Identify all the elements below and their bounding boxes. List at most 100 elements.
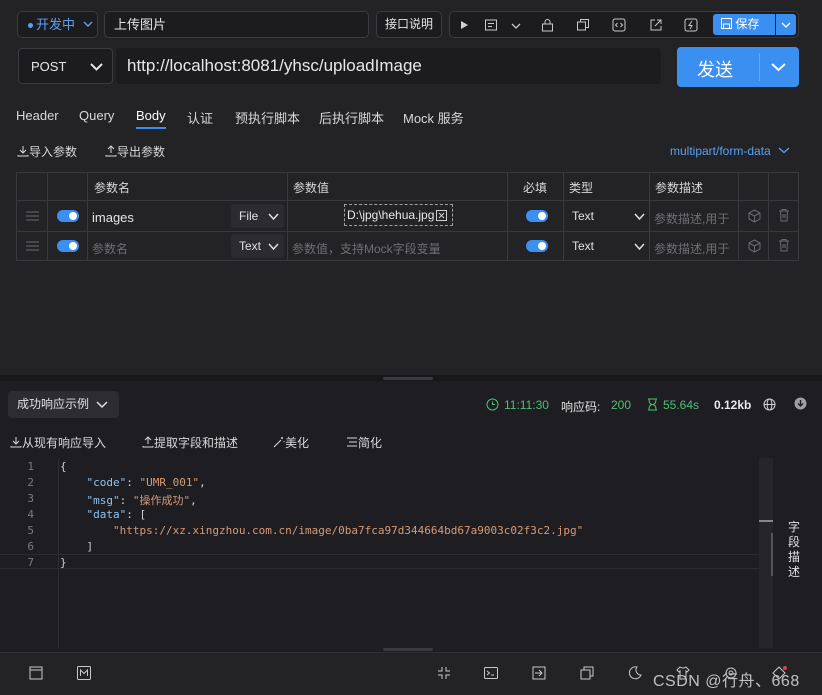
magic-wand-icon bbox=[273, 437, 285, 448]
cube-icon[interactable] bbox=[748, 209, 761, 223]
close-icon[interactable] bbox=[436, 210, 447, 221]
code-line: "code": "UMR_001", bbox=[86, 476, 206, 489]
enable-toggle[interactable] bbox=[57, 240, 79, 252]
document-icon[interactable] bbox=[484, 18, 498, 32]
param-kind-select[interactable]: File bbox=[231, 204, 284, 228]
content-type-select[interactable]: multipart/form-data bbox=[670, 144, 790, 158]
split-divider-bottom[interactable] bbox=[383, 648, 433, 651]
method-select[interactable]: POST bbox=[18, 48, 113, 84]
chevron-down-icon bbox=[83, 21, 93, 27]
param-desc-placeholder[interactable]: 参数描述,用于 bbox=[654, 240, 729, 257]
param-kind-select[interactable]: Text bbox=[231, 234, 284, 258]
param-name[interactable]: images bbox=[92, 210, 134, 225]
file-chip[interactable]: D:\jpg\hehua.jpg bbox=[344, 204, 453, 226]
required-toggle[interactable] bbox=[526, 240, 548, 252]
markdown-icon[interactable] bbox=[76, 665, 92, 681]
simplify-label: 简化 bbox=[358, 436, 383, 450]
import-params-button[interactable]: 导入参数 bbox=[17, 143, 77, 160]
response-code-editor[interactable]: 1{2 "code": "UMR_001", 3 "msg": "操作成功", 4 … bbox=[0, 458, 760, 648]
param-type-value[interactable]: Text bbox=[572, 209, 594, 223]
drag-handle-icon[interactable] bbox=[26, 211, 39, 221]
code-line: ] bbox=[60, 540, 94, 553]
panel-icon[interactable] bbox=[28, 665, 44, 681]
content-type-value: multipart/form-data bbox=[670, 144, 771, 158]
table-row: 参数名 Text 参数值，支持Mock字段变量 Text 参数描述,用于 bbox=[17, 232, 798, 261]
param-name-placeholder[interactable]: 参数名 bbox=[92, 240, 128, 257]
beautify-button[interactable]: 美化 bbox=[273, 434, 309, 451]
required-toggle[interactable] bbox=[526, 210, 548, 222]
params-table: 参数名 参数值 必填 类型 参数描述 images File D:\jpg\he… bbox=[16, 172, 799, 261]
code-icon[interactable] bbox=[612, 18, 626, 32]
import-response-button[interactable]: 从现有响应导入 bbox=[10, 434, 106, 451]
trash-icon[interactable] bbox=[778, 208, 790, 222]
import-params-label: 导入参数 bbox=[29, 145, 78, 159]
chevron-down-icon[interactable] bbox=[511, 21, 521, 31]
save-button[interactable]: 保存 bbox=[713, 14, 775, 35]
upload-icon bbox=[142, 436, 154, 448]
response-code-label: 响应码: bbox=[561, 400, 601, 414]
tab-5[interactable]: 后执行脚本 bbox=[319, 108, 384, 127]
lock-icon[interactable] bbox=[541, 18, 554, 32]
code-line: { bbox=[60, 460, 67, 473]
export-params-button[interactable]: 导出参数 bbox=[105, 143, 165, 160]
collapse-icon[interactable] bbox=[436, 665, 452, 681]
simplify-button[interactable]: 简化 bbox=[346, 434, 382, 451]
moon-icon[interactable] bbox=[627, 665, 643, 681]
header-type: 类型 bbox=[569, 181, 594, 195]
param-value: D:\jpg\hehua.jpg bbox=[347, 208, 435, 222]
line-number: 6 bbox=[27, 540, 34, 553]
chevron-down-icon[interactable] bbox=[634, 242, 645, 251]
response-example-label: 成功响应示例 bbox=[17, 397, 90, 411]
response-example-select[interactable]: 成功响应示例 bbox=[8, 391, 119, 418]
play-icon[interactable] bbox=[459, 20, 469, 30]
send-button[interactable]: 发送 bbox=[677, 47, 799, 87]
tab-0[interactable]: Header bbox=[16, 108, 59, 123]
login-icon[interactable] bbox=[531, 665, 547, 681]
param-desc-placeholder[interactable]: 参数描述,用于 bbox=[654, 210, 729, 227]
code-line: "https://xz.xingzhou.com.cn/image/0ba7fc… bbox=[112, 524, 584, 537]
tab-6[interactable]: Mock 服务 bbox=[403, 108, 464, 127]
url-value: http://localhost:8081/yhsc/uploadImage bbox=[127, 56, 422, 75]
toolbar-group: 保存 bbox=[449, 11, 799, 38]
tab-4[interactable]: 预执行脚本 bbox=[235, 108, 300, 127]
url-input[interactable]: http://localhost:8081/yhsc/uploadImage bbox=[116, 48, 661, 84]
trash-icon[interactable] bbox=[778, 238, 790, 252]
line-number: 2 bbox=[27, 476, 34, 489]
chevron-down-icon bbox=[268, 243, 279, 251]
save-dropdown[interactable] bbox=[776, 14, 796, 35]
request-panel: 开发中 上传图片 接口说明 保存 POST http://localhost:8… bbox=[0, 0, 822, 375]
download-circle-icon[interactable] bbox=[794, 397, 807, 410]
api-name-input[interactable]: 上传图片 bbox=[104, 11, 369, 38]
env-label: 开发中 bbox=[36, 17, 76, 32]
field-desc-side-tab[interactable]: 字段描述 bbox=[786, 520, 802, 580]
terminal-icon[interactable] bbox=[483, 665, 499, 681]
param-value-placeholder[interactable]: 参数值，支持Mock字段变量 bbox=[292, 240, 441, 257]
enable-toggle[interactable] bbox=[57, 210, 79, 222]
doc-button[interactable]: 接口说明 bbox=[376, 11, 442, 38]
hourglass-icon bbox=[648, 398, 657, 411]
tab-3[interactable]: 认证 bbox=[187, 108, 213, 127]
header-required: 必填 bbox=[523, 181, 548, 195]
flash-icon[interactable] bbox=[684, 18, 698, 32]
globe-icon[interactable] bbox=[763, 398, 776, 411]
extract-fields-label: 提取字段和描述 bbox=[154, 436, 239, 450]
line-number: 7 bbox=[27, 556, 34, 569]
param-type-value[interactable]: Text bbox=[572, 239, 594, 253]
env-select[interactable]: 开发中 bbox=[17, 11, 98, 38]
list-icon bbox=[347, 437, 357, 447]
share-icon[interactable] bbox=[649, 18, 663, 32]
extract-fields-button[interactable]: 提取字段和描述 bbox=[142, 434, 238, 451]
chevron-down-icon[interactable] bbox=[634, 212, 645, 221]
editor-scrollbar[interactable] bbox=[759, 458, 773, 648]
copy-icon[interactable] bbox=[576, 18, 590, 32]
drag-handle-icon[interactable] bbox=[26, 241, 39, 251]
copy-icon[interactable] bbox=[579, 665, 595, 681]
download-icon bbox=[17, 146, 29, 157]
download-icon bbox=[10, 437, 22, 448]
tab-2[interactable]: Body bbox=[136, 108, 166, 129]
param-kind-value: File bbox=[239, 209, 259, 223]
response-size: 0.12kb bbox=[714, 398, 752, 412]
cube-icon[interactable] bbox=[748, 239, 761, 253]
chevron-down-icon[interactable] bbox=[771, 61, 786, 73]
tab-1[interactable]: Query bbox=[79, 108, 114, 123]
